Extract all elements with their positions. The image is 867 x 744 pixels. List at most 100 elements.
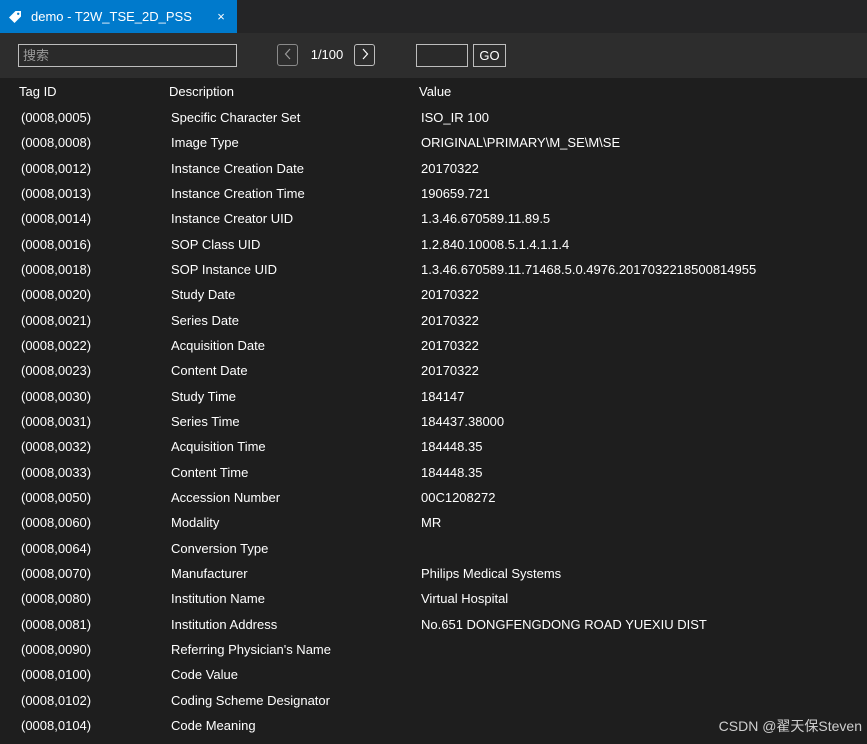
table-body: (0008,0005) Specific Character Set ISO_IR … <box>0 105 867 738</box>
column-header-tag-id[interactable]: Tag ID <box>19 84 57 99</box>
table-row[interactable]: (0008,0081) Institution Address No.651 DON… <box>0 612 867 637</box>
cell-tag-id: (0008,0022) <box>21 337 92 353</box>
cell-description: Code Meaning <box>171 717 256 733</box>
cell-tag-id: (0008,0050) <box>21 489 92 505</box>
table-row[interactable]: (0008,0008) Image Type ORIGINAL\PRIMARY\M_… <box>0 130 867 155</box>
cell-description: Conversion Type <box>171 540 269 556</box>
cell-value: 20170322 <box>421 160 479 176</box>
table-row[interactable]: (0008,0100) Code Value <box>0 662 867 687</box>
table-row[interactable]: (0008,0060) Modality MR <box>0 510 867 535</box>
tab-active[interactable]: demo - T2W_TSE_2D_PSS × <box>0 0 237 33</box>
tab-bar: demo - T2W_TSE_2D_PSS × <box>0 0 867 33</box>
cell-value: 184437.38000 <box>421 413 505 429</box>
cell-tag-id: (0008,0012) <box>21 160 92 176</box>
cell-tag-id: (0008,0032) <box>21 439 92 455</box>
table-row[interactable]: (0008,0012) Instance Creation Date 2017032… <box>0 156 867 181</box>
table-row[interactable]: (0008,0016) SOP Class UID 1.2.840.10008.5.… <box>0 232 867 257</box>
table-row[interactable]: (0008,0031) Series Time 184437.38000 <box>0 409 867 434</box>
cell-description: Modality <box>171 515 220 531</box>
page-indicator: 1/100 <box>310 47 344 62</box>
cell-value: 20170322 <box>421 337 479 353</box>
cell-value: Virtual Hospital <box>421 591 509 607</box>
close-icon[interactable]: × <box>209 9 233 24</box>
table-row[interactable]: (0008,0021) Series Date 20170322 <box>0 308 867 333</box>
table-row[interactable]: (0008,0064) Conversion Type <box>0 536 867 561</box>
cell-description: Content Date <box>171 363 248 379</box>
table-row[interactable]: (0008,0005) Specific Character Set ISO_IR … <box>0 105 867 130</box>
cell-tag-id: (0008,0016) <box>21 236 92 252</box>
table-row[interactable]: (0008,0102) Coding Scheme Designator <box>0 688 867 713</box>
cell-tag-id: (0008,0013) <box>21 185 92 201</box>
cell-value: Philips Medical Systems <box>421 565 562 581</box>
search-input[interactable] <box>18 44 237 67</box>
cell-value: 1.2.840.10008.5.1.4.1.1.4 <box>421 236 570 252</box>
table-row[interactable]: (0008,0070) Manufacturer Philips Medical S… <box>0 561 867 586</box>
table-row[interactable]: (0008,0090) Referring Physician's Name <box>0 637 867 662</box>
cell-tag-id: (0008,0033) <box>21 464 92 480</box>
table-row[interactable]: (0008,0050) Accession Number 00C1208272 <box>0 485 867 510</box>
cell-value: 20170322 <box>421 287 479 303</box>
cell-description: Image Type <box>171 135 239 151</box>
prev-page-button[interactable] <box>277 44 298 66</box>
cell-tag-id: (0008,0080) <box>21 591 92 607</box>
cell-description: Specific Character Set <box>171 110 301 125</box>
cell-value: 184147 <box>421 388 465 404</box>
cell-description: Acquisition Date <box>171 337 265 353</box>
watermark: CSDN @翟天保Steven <box>718 718 862 734</box>
cell-value: 1.3.46.670589.11.71468.5.0.4976.20170322… <box>421 261 757 277</box>
table-row[interactable]: (0008,0033) Content Time 184448.35 <box>0 460 867 485</box>
cell-description: Code Value <box>171 667 238 683</box>
cell-tag-id: (0008,0102) <box>21 692 92 708</box>
table-row[interactable]: (0008,0032) Acquisition Time 184448.35 <box>0 434 867 459</box>
cell-description: Study Time <box>171 388 237 404</box>
cell-description: Series Date <box>171 312 239 328</box>
tag-table: Tag ID Description Value (0008,0005) Spec… <box>0 78 867 738</box>
cell-tag-id: (0008,0018) <box>21 261 92 277</box>
table-row[interactable]: (0008,0080) Institution Name Virtual Hospi… <box>0 586 867 611</box>
table-row[interactable]: (0008,0020) Study Date 20170322 <box>0 282 867 307</box>
table-header: Tag ID Description Value <box>0 78 867 105</box>
cell-value: 20170322 <box>421 312 479 328</box>
table-row[interactable]: (0008,0030) Study Time 184147 <box>0 384 867 409</box>
cell-description: Study Date <box>171 287 236 303</box>
cell-tag-id: (0008,0031) <box>21 413 92 429</box>
cell-value: 190659.721 <box>421 185 490 201</box>
cell-value: 00C1208272 <box>421 489 496 505</box>
cell-tag-id: (0008,0070) <box>21 565 92 581</box>
cell-description: Manufacturer <box>171 565 248 581</box>
cell-value: No.651 DONGFENGDONG ROAD YUEXIU DIST <box>421 616 707 632</box>
cell-description: Instance Creation Date <box>171 160 304 176</box>
cell-tag-id: (0008,0005) <box>21 110 92 125</box>
cell-value: ORIGINAL\PRIMARY\M_SE\M\SE <box>421 135 621 151</box>
tab-title: demo - T2W_TSE_2D_PSS <box>31 9 192 24</box>
column-header-value[interactable]: Value <box>419 84 451 99</box>
table-row[interactable]: (0008,0022) Acquisition Date 20170322 <box>0 333 867 358</box>
column-header-description[interactable]: Description <box>169 84 234 99</box>
table-row[interactable]: (0008,0023) Content Date 20170322 <box>0 358 867 383</box>
cell-description: Acquisition Time <box>171 439 266 455</box>
table-row[interactable]: (0008,0013) Instance Creation Time 190659.… <box>0 181 867 206</box>
cell-value: 20170322 <box>421 363 479 379</box>
cell-description: Referring Physician's Name <box>171 641 331 657</box>
next-page-button[interactable] <box>354 44 375 66</box>
go-button[interactable]: GO <box>473 44 506 67</box>
table-row[interactable]: (0008,0018) SOP Instance UID 1.3.46.670589… <box>0 257 867 282</box>
cell-description: Series Time <box>171 413 240 429</box>
cell-tag-id: (0008,0008) <box>21 135 92 151</box>
chevron-left-icon <box>284 48 292 63</box>
table-row[interactable]: (0008,0014) Instance Creator UID 1.3.46.67… <box>0 206 867 231</box>
cell-value: ISO_IR 100 <box>421 110 489 125</box>
cell-value: 184448.35 <box>421 464 483 480</box>
cell-tag-id: (0008,0021) <box>21 312 92 328</box>
cell-tag-id: (0008,0100) <box>21 667 92 683</box>
cell-tag-id: (0008,0060) <box>21 515 92 531</box>
cell-tag-id: (0008,0090) <box>21 641 92 657</box>
cell-tag-id: (0008,0104) <box>21 717 92 733</box>
cell-description: Instance Creation Time <box>171 185 305 201</box>
tag-icon <box>8 10 22 24</box>
cell-tag-id: (0008,0064) <box>21 540 92 556</box>
goto-page-input[interactable] <box>416 44 468 67</box>
cell-description: SOP Class UID <box>171 236 261 252</box>
cell-value: MR <box>421 515 442 531</box>
cell-description: Institution Address <box>171 616 278 632</box>
